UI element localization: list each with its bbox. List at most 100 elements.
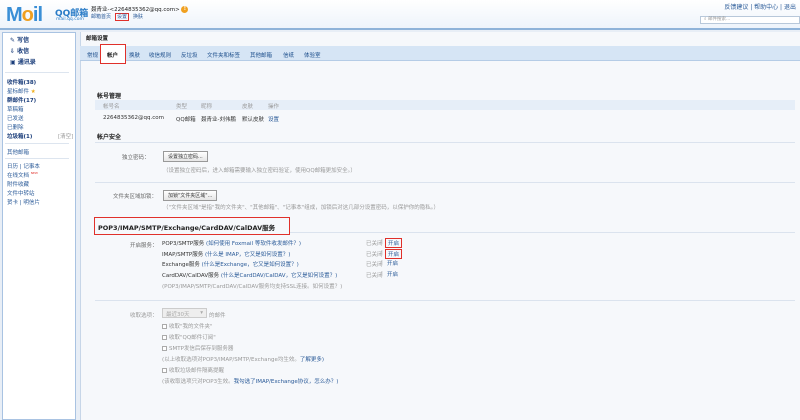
lock-label: 文件夹区域加锁：: [113, 194, 158, 200]
enable-service-button[interactable]: 开启: [385, 248, 403, 259]
info-icon[interactable]: !: [181, 6, 189, 13]
docs-label: 在线文档: [7, 173, 30, 179]
new-badge: NEW: [30, 171, 38, 176]
enable-service-button[interactable]: 开启: [385, 259, 400, 267]
divider: |: [381, 270, 383, 277]
folder-starred[interactable]: 星标邮件 ★: [7, 87, 36, 95]
service-help-link[interactable]: (什么是CardDAV/CalDAV，它又是如何设置？): [221, 273, 337, 279]
account-email: 2264835362@qq.com: [103, 115, 164, 121]
service-row: Exchange服务 (什么是Exchange，它又是如何设置？): [162, 260, 299, 268]
account-type: QQ邮箱: [176, 117, 196, 123]
link-settings[interactable]: 设置: [115, 13, 130, 21]
checkbox-spam-reminder[interactable]: 收取垃圾邮件隔离提醒: [162, 366, 224, 374]
note1-text: (以上收取选项对POP3/IMAP/SMTP/Exchange均生效。: [162, 357, 300, 363]
col-type: 类型: [176, 104, 188, 110]
tool-cards[interactable]: 贺卡 | 明信片: [7, 198, 40, 206]
account-nick: 聂青业-刘伟鹏: [201, 117, 236, 123]
account-skin: 默认皮肤: [242, 117, 265, 123]
top-links: 邮箱首页 设置 换肤: [91, 13, 147, 21]
security-heading: 帐户安全: [97, 134, 122, 141]
check-label: 收取垃圾邮件隔离提醒: [169, 368, 225, 374]
folder-drafts[interactable]: 草稿箱: [7, 105, 24, 113]
contacts-label: 通讯录: [17, 59, 36, 66]
account-settings-link[interactable]: 设置: [268, 115, 279, 123]
folder-deleted[interactable]: 已删除: [7, 123, 24, 131]
link-skin[interactable]: 换肤: [133, 14, 143, 20]
tab-skin[interactable]: 换肤: [129, 51, 140, 59]
other-mailboxes[interactable]: 其他邮箱: [7, 148, 29, 156]
tab-rules[interactable]: 收信规则: [149, 51, 171, 59]
service-row: CardDAV/CalDAV服务 (什么是CardDAV/CalDAV，它又是如…: [162, 271, 337, 279]
checkbox-smtp-save[interactable]: SMTP发信后保存到服务器: [162, 344, 233, 352]
right-links[interactable]: 反馈建议 | 帮助中心 | 退出: [724, 2, 796, 11]
star-icon: ★: [30, 89, 36, 95]
link-home[interactable]: 邮箱首页: [91, 14, 111, 20]
tool-docs[interactable]: 在线文档 NEW: [7, 171, 38, 179]
service-help-link[interactable]: (什么是 IMAP，它又是如何设置？): [205, 252, 291, 258]
sidebar-inbox[interactable]: ⇩ 收信: [10, 46, 29, 55]
pop-heading: POP3/IMAP/SMTP/Exchange/CardDAV/CalDAV服务: [98, 224, 276, 232]
password-label: 独立密码：: [122, 155, 150, 161]
enable-service-button[interactable]: 开启: [385, 270, 400, 278]
starred-label: 星标邮件: [7, 89, 30, 95]
receive-note-1: (以上收取选项对POP3/IMAP/SMTP/Exchange均生效。了解更多): [162, 355, 324, 363]
col-account: 帐号名: [103, 104, 120, 110]
folder-sent[interactable]: 已发送: [7, 114, 24, 122]
divider: |: [381, 239, 383, 245]
clear-spam-link[interactable]: [清空]: [58, 132, 73, 140]
service-help-link[interactable]: (如何使用 Foxmail 等软件收发邮件？): [206, 241, 301, 247]
search-placeholder: 邮件搜索...: [707, 17, 731, 22]
account-table-header: [95, 100, 795, 110]
set-password-button[interactable]: 设置独立密码...: [163, 151, 208, 162]
tab-other-mail[interactable]: 其他邮箱: [250, 51, 272, 59]
folder-group[interactable]: 群邮件(17): [7, 96, 36, 104]
service-name: Exchange服务: [162, 262, 200, 268]
tool-calendar-notes[interactable]: 日历 | 记事本: [7, 162, 40, 170]
learn-more-link[interactable]: 了解更多): [300, 357, 324, 363]
receive-suffix: 的邮件: [209, 313, 226, 319]
checkbox-my-folders[interactable]: 收取"我的文件夹": [162, 322, 213, 330]
tab-general[interactable]: 常规: [87, 51, 98, 59]
enable-service-button[interactable]: 开启: [385, 238, 403, 248]
user-account: 聂青业-<2264835362@qq.com> !: [91, 5, 189, 13]
receive-range-select[interactable]: 最近30天 ▾: [162, 308, 207, 318]
check-label: 收取"QQ邮件订阅": [169, 335, 216, 341]
receive-note-2: (该收取选项只对POP3生效。我勾选了IMAP/Exchange协议，怎么办？): [162, 377, 338, 385]
tab-stationery[interactable]: 信纸: [283, 51, 294, 59]
ssl-note[interactable]: (POP3/IMAP/SMTP/CardDAV/CalDAV服务均支持SSL连接…: [162, 282, 342, 290]
tab-antispam[interactable]: 反垃圾: [181, 51, 198, 59]
receive-options-label: 收取选项：: [130, 313, 158, 319]
account-mgmt-heading: 帐号管理: [97, 93, 122, 100]
chevron-down-icon: ▾: [200, 310, 203, 316]
service-help-link[interactable]: (什么是Exchange，它又是如何设置？): [202, 262, 299, 268]
inbox-label: 收信: [17, 48, 30, 55]
password-desc: （设置独立密码后，进入邮箱需要输入独立密码验证，使用QQ邮箱更加安全。）: [163, 168, 356, 174]
sidebar-write[interactable]: ✎ 写信: [10, 35, 29, 44]
page-title: 邮箱设置: [86, 36, 109, 42]
mail-search-input[interactable]: ⌕ 邮件搜索...: [700, 16, 800, 24]
col-nick: 昵称: [201, 104, 213, 110]
service-name: IMAP/SMTP服务: [162, 251, 204, 258]
select-value: 最近30天: [166, 312, 190, 318]
tab-folders[interactable]: 文件夹和标签: [207, 51, 240, 59]
check-label: SMTP发信后保存到服务器: [169, 346, 234, 352]
folder-inbox[interactable]: 收件箱(38): [7, 78, 36, 86]
col-action: 操作: [268, 104, 280, 110]
sidebar-contacts[interactable]: ▣ 通讯录: [10, 57, 36, 66]
tool-attachments[interactable]: 附件收藏: [7, 180, 29, 188]
brand-domain: mail.qq.com: [56, 17, 84, 22]
service-row: IMAP/SMTP服务 (什么是 IMAP，它又是如何设置？): [162, 250, 290, 258]
check-label: 收取"我的文件夹": [169, 324, 213, 330]
divider: |: [381, 249, 383, 256]
tab-account[interactable]: 帐户: [107, 51, 118, 59]
write-label: 写信: [17, 37, 30, 44]
tool-file-transfer[interactable]: 文件中转站: [7, 189, 35, 197]
imap-help-link[interactable]: 我勾选了IMAP/Exchange协议，怎么办？): [234, 379, 339, 385]
mail-logo[interactable]: Moil: [6, 4, 43, 27]
checkbox-subscriptions[interactable]: 收取"QQ邮件订阅": [162, 333, 216, 341]
tab-lab[interactable]: 体验室: [304, 51, 321, 59]
lock-folder-button[interactable]: 加锁"文件夹区域"...: [163, 190, 218, 201]
lock-desc: （"文件夹区域"是指"我的文件夹"、"其他邮箱"、"记事本"组成，加锁后对这几部…: [163, 205, 439, 211]
folder-spam[interactable]: 垃圾箱(1): [7, 132, 32, 140]
service-row: POP3/SMTP服务 (如何使用 Foxmail 等软件收发邮件？): [162, 239, 301, 247]
